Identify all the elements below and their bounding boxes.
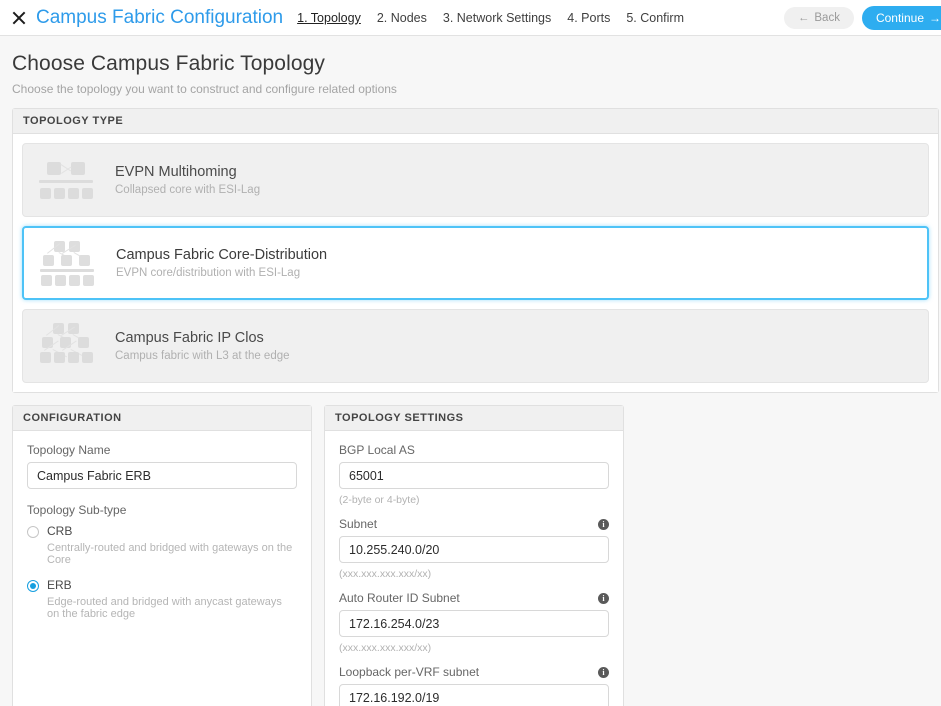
loopback-per-vrf-subnet-input[interactable]	[339, 684, 609, 706]
topology-name-label: Topology Name	[27, 443, 297, 457]
auto-router-id-subnet-label: Auto Router ID Subnet i	[339, 591, 609, 605]
auto-router-id-subnet-label-text: Auto Router ID Subnet	[339, 591, 460, 605]
subtype-erb-description: Edge-routed and bridged with anycast gat…	[47, 596, 297, 620]
topology-settings-body: BGP Local AS (2-byte or 4-byte) Subnet i…	[325, 431, 623, 706]
subnet-label-text: Subnet	[339, 517, 377, 531]
topology-type-list: EVPN Multihoming Collapsed core with ESI…	[13, 134, 938, 392]
step-confirm[interactable]: 5. Confirm	[626, 11, 684, 25]
subtype-option-crb[interactable]: CRB	[27, 524, 297, 538]
radio-erb-icon[interactable]	[27, 580, 39, 592]
field-auto-router-id-subnet: Auto Router ID Subnet i (xxx.xxx.xxx.xxx…	[339, 591, 609, 654]
page-heading: Choose Campus Fabric Topology Choose the…	[0, 36, 941, 108]
subtype-erb-label: ERB	[47, 578, 72, 592]
topology-card-evpn-multihoming[interactable]: EVPN Multihoming Collapsed core with ESI…	[22, 143, 929, 217]
loopback-per-vrf-subnet-label: Loopback per-VRF subnet i	[339, 665, 609, 679]
field-bgp-local-as: BGP Local AS (2-byte or 4-byte)	[339, 443, 609, 506]
configuration-body: Topology Name Topology Sub-type CRB Cent…	[13, 431, 311, 634]
loopback-per-vrf-subnet-info-icon[interactable]: i	[598, 667, 609, 678]
topbar-actions: ← Back Continue →	[784, 0, 941, 36]
topology-card-text: Campus Fabric Core-Distribution EVPN cor…	[116, 247, 327, 279]
subtype-crb-label: CRB	[47, 524, 72, 538]
topology-card-text: Campus Fabric IP Clos Campus fabric with…	[115, 330, 290, 362]
subtype-option-erb[interactable]: ERB	[27, 578, 297, 592]
field-loopback-per-vrf-subnet: Loopback per-VRF subnet i (xxx.xxx.xxx.x…	[339, 665, 609, 706]
subnet-hint: (xxx.xxx.xxx.xxx/xx)	[339, 568, 609, 580]
subnet-info-icon[interactable]: i	[598, 519, 609, 530]
page-title: Choose Campus Fabric Topology	[12, 52, 941, 76]
radio-crb-icon[interactable]	[27, 526, 39, 538]
topology-name-input[interactable]	[27, 462, 297, 489]
topology-card-subtitle: Campus fabric with L3 at the edge	[115, 350, 290, 362]
bgp-local-as-label: BGP Local AS	[339, 443, 609, 457]
subtype-crb-description: Centrally-routed and bridged with gatewa…	[47, 542, 297, 566]
topology-settings-panel: TOPOLOGY SETTINGS BGP Local AS (2-byte o…	[324, 405, 624, 706]
lower-panels: CONFIGURATION Topology Name Topology Sub…	[0, 393, 941, 706]
subnet-label: Subnet i	[339, 517, 609, 531]
configuration-header: CONFIGURATION	[13, 406, 311, 431]
page-subtitle: Choose the topology you want to construc…	[12, 82, 941, 96]
campus-fabric-ip-clos-topology-icon	[37, 322, 95, 370]
bgp-local-as-label-text: BGP Local AS	[339, 443, 415, 457]
topology-subtype-label: Topology Sub-type	[27, 503, 297, 517]
back-button[interactable]: ← Back	[784, 7, 854, 29]
topology-type-panel: TOPOLOGY TYPE EVPN Multihoming Collapsed…	[12, 108, 939, 393]
auto-router-id-subnet-hint: (xxx.xxx.xxx.xxx/xx)	[339, 642, 609, 654]
topology-card-subtitle: EVPN core/distribution with ESI-Lag	[116, 267, 327, 279]
evpn-multihoming-topology-icon	[37, 156, 95, 204]
topology-card-title: EVPN Multihoming	[115, 164, 260, 180]
campus-fabric-core-distribution-topology-icon	[38, 239, 96, 287]
subnet-input[interactable]	[339, 536, 609, 563]
step-topology[interactable]: 1. Topology	[297, 11, 361, 25]
bgp-local-as-hint: (2-byte or 4-byte)	[339, 494, 609, 506]
auto-router-id-subnet-input[interactable]	[339, 610, 609, 637]
topology-card-subtitle: Collapsed core with ESI-Lag	[115, 184, 260, 196]
wizard-steps: 1. Topology 2. Nodes 3. Network Settings…	[297, 11, 684, 25]
auto-router-id-subnet-info-icon[interactable]: i	[598, 593, 609, 604]
topology-type-header: TOPOLOGY TYPE	[13, 109, 938, 134]
field-subnet: Subnet i (xxx.xxx.xxx.xxx/xx)	[339, 517, 609, 580]
back-button-label: Back	[814, 12, 840, 24]
continue-button-label: Continue	[876, 11, 924, 25]
bgp-local-as-input[interactable]	[339, 462, 609, 489]
topology-card-title: Campus Fabric IP Clos	[115, 330, 290, 346]
topology-card-core-distribution[interactable]: Campus Fabric Core-Distribution EVPN cor…	[22, 226, 929, 300]
step-nodes[interactable]: 2. Nodes	[377, 11, 427, 25]
arrow-left-icon: ←	[798, 12, 810, 24]
wizard-title: Campus Fabric Configuration	[36, 7, 283, 29]
topology-card-ip-clos[interactable]: Campus Fabric IP Clos Campus fabric with…	[22, 309, 929, 383]
topology-name-label-text: Topology Name	[27, 443, 110, 457]
continue-button[interactable]: Continue →	[862, 6, 941, 30]
step-ports[interactable]: 4. Ports	[567, 11, 610, 25]
topology-settings-header: TOPOLOGY SETTINGS	[325, 406, 623, 431]
configuration-panel: CONFIGURATION Topology Name Topology Sub…	[12, 405, 312, 706]
topology-card-text: EVPN Multihoming Collapsed core with ESI…	[115, 164, 260, 196]
step-network-settings[interactable]: 3. Network Settings	[443, 11, 551, 25]
wizard-topbar: Campus Fabric Configuration 1. Topology …	[0, 0, 941, 36]
loopback-per-vrf-subnet-label-text: Loopback per-VRF subnet	[339, 665, 479, 679]
close-icon[interactable]	[10, 9, 28, 27]
topology-card-title: Campus Fabric Core-Distribution	[116, 247, 327, 263]
arrow-right-icon: →	[929, 11, 941, 25]
